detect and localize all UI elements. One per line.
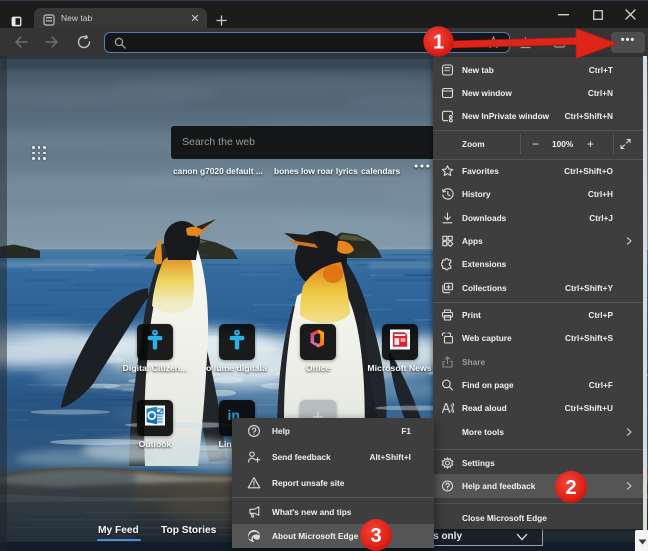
svg-text:2: 2	[565, 477, 576, 499]
svg-text:3: 3	[370, 525, 381, 547]
svg-text:1: 1	[433, 32, 444, 54]
